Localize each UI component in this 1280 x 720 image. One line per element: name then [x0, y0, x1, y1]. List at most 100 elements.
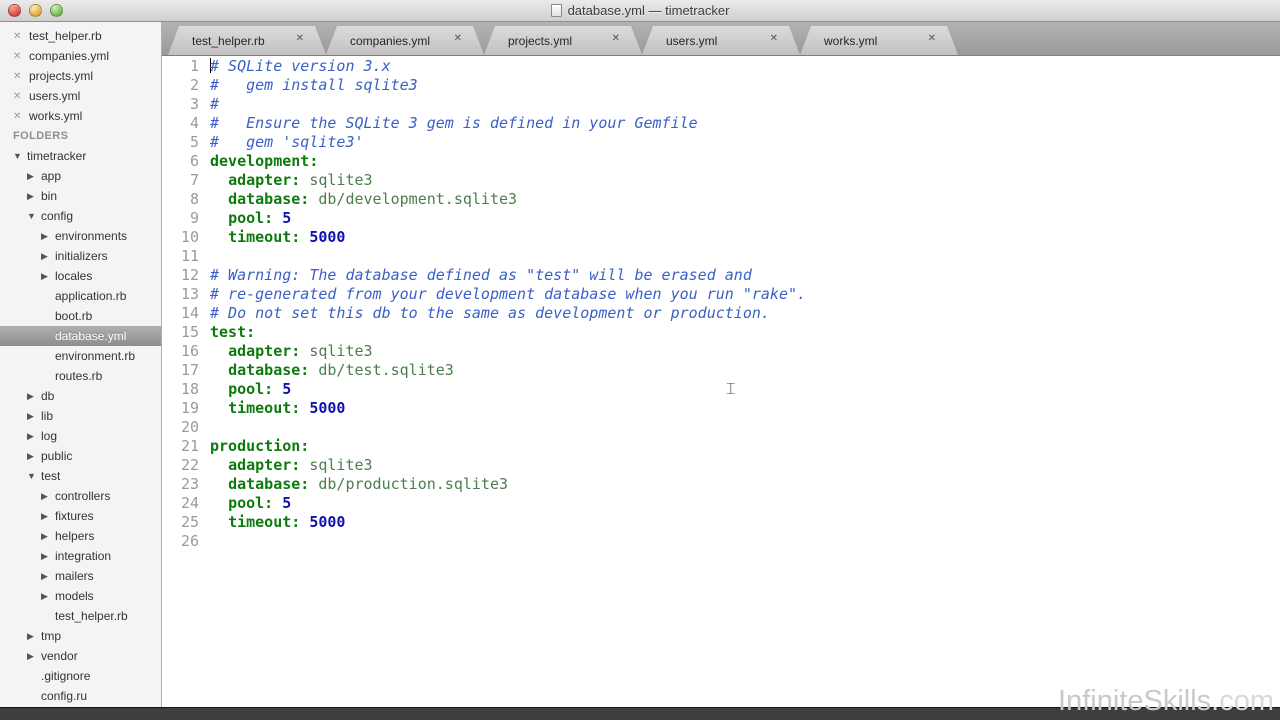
line-text: timeout: 5000 — [210, 513, 1280, 532]
disclosure-triangle-icon[interactable]: ▶ — [27, 651, 41, 662]
tab-close-icon[interactable]: ✕ — [296, 34, 304, 44]
tree-item[interactable]: ▼ test — [0, 466, 161, 486]
tree-item[interactable]: application.rb — [0, 286, 161, 306]
code-line: 2 # gem install sqlite3 — [162, 76, 1280, 95]
tree-item[interactable]: ▶ log — [0, 426, 161, 446]
tab-close-icon[interactable]: ✕ — [928, 34, 936, 44]
disclosure-triangle-icon[interactable]: ▶ — [27, 191, 41, 202]
tree-item[interactable]: ▼ timetracker — [0, 146, 161, 166]
tree-item-label: environments — [55, 229, 128, 243]
code-token: db/production.sqlite3 — [309, 475, 509, 493]
disclosure-triangle-icon[interactable]: ▶ — [27, 631, 41, 642]
editor-tab[interactable]: users.yml ✕ — [642, 26, 800, 55]
tree-item[interactable]: ▶ app — [0, 166, 161, 186]
disclosure-triangle-icon[interactable]: ▶ — [41, 571, 55, 582]
tree-item[interactable]: ▶ models — [0, 586, 161, 606]
close-file-icon[interactable]: ✕ — [13, 51, 29, 62]
tree-item[interactable]: ▶ public — [0, 446, 161, 466]
tree-item[interactable]: database.yml — [0, 326, 161, 346]
disclosure-triangle-icon[interactable]: ▶ — [27, 391, 41, 402]
disclosure-triangle-icon[interactable]: ▶ — [41, 231, 55, 242]
line-number: 8 — [189, 190, 199, 208]
disclosure-triangle-icon[interactable]: ▼ — [27, 471, 41, 481]
disclosure-triangle-icon[interactable]: ▼ — [13, 151, 27, 161]
tree-item[interactable]: ▶ locales — [0, 266, 161, 286]
close-file-icon[interactable]: ✕ — [13, 111, 29, 122]
tree-item[interactable]: ▶ bin — [0, 186, 161, 206]
tree-item[interactable]: ▶ integration — [0, 546, 161, 566]
disclosure-triangle-icon[interactable]: ▶ — [27, 171, 41, 182]
tab-close-icon[interactable]: ✕ — [770, 34, 778, 44]
open-file-item[interactable]: ✕ users.yml — [0, 86, 161, 106]
disclosure-triangle-icon[interactable]: ▶ — [41, 491, 55, 502]
disclosure-triangle-icon[interactable]: ▶ — [41, 591, 55, 602]
disclosure-triangle-icon[interactable]: ▶ — [41, 251, 55, 262]
line-text: timeout: 5000 — [210, 399, 1280, 418]
zoom-window-button[interactable] — [50, 4, 63, 17]
close-file-icon[interactable]: ✕ — [13, 71, 29, 82]
tree-item[interactable]: ▶ initializers — [0, 246, 161, 266]
tree-item[interactable]: ▼ config — [0, 206, 161, 226]
disclosure-triangle-icon[interactable]: ▶ — [27, 411, 41, 422]
tree-item[interactable]: ▶ mailers — [0, 566, 161, 586]
code-token: database: — [228, 190, 310, 208]
disclosure-triangle-icon[interactable]: ▶ — [27, 451, 41, 462]
tree-item[interactable]: test_helper.rb — [0, 606, 161, 626]
code-editor[interactable]: 1 # SQLite version 3.x 2 # gem install s… — [162, 56, 1280, 707]
tree-item-label: config.ru — [41, 689, 88, 703]
tree-item[interactable]: .gitignore — [0, 666, 161, 686]
editor-tab[interactable]: test_helper.rb ✕ — [168, 26, 326, 55]
tree-item-label: mailers — [55, 569, 94, 583]
tree-item[interactable]: ▶ environments — [0, 226, 161, 246]
tree-item[interactable]: ▶ db — [0, 386, 161, 406]
tree-item-label: tmp — [41, 629, 62, 643]
disclosure-triangle-icon[interactable]: ▶ — [41, 271, 55, 282]
disclosure-triangle-icon[interactable]: ▶ — [27, 431, 41, 442]
tree-item-label: .gitignore — [41, 669, 91, 683]
code-line: 16 adapter: sqlite3 — [162, 342, 1280, 361]
editor-tab[interactable]: works.yml ✕ — [800, 26, 958, 55]
tab-label: users.yml — [666, 33, 718, 48]
app-window: database.yml — timetracker ✕ test_helper… — [0, 0, 1280, 720]
window-title-group: database.yml — timetracker — [550, 3, 729, 18]
tree-item[interactable]: environment.rb — [0, 346, 161, 366]
tree-item-label: integration — [55, 549, 112, 563]
close-window-button[interactable] — [8, 4, 21, 17]
tree-item[interactable]: boot.rb — [0, 306, 161, 326]
code-token: timeout: — [228, 228, 301, 246]
open-file-item[interactable]: ✕ companies.yml — [0, 46, 161, 66]
disclosure-triangle-icon[interactable]: ▶ — [41, 551, 55, 562]
tree-item[interactable]: routes.rb — [0, 366, 161, 386]
close-file-icon[interactable]: ✕ — [13, 91, 29, 102]
line-text: development: — [210, 152, 1280, 171]
tree-item[interactable]: ▶ vendor — [0, 646, 161, 666]
editor-tab[interactable]: projects.yml ✕ — [484, 26, 642, 55]
open-file-item[interactable]: ✕ works.yml — [0, 106, 161, 126]
close-file-icon[interactable]: ✕ — [13, 31, 29, 42]
tree-item[interactable]: ▶ tmp — [0, 626, 161, 646]
code-line: 21 production: — [162, 437, 1280, 456]
open-file-item[interactable]: ✕ projects.yml — [0, 66, 161, 86]
line-text — [210, 418, 1280, 437]
editor-tab[interactable]: companies.yml ✕ — [326, 26, 484, 55]
tree-item-label: test_helper.rb — [55, 609, 128, 623]
tree-item[interactable]: ▶ controllers — [0, 486, 161, 506]
tree-item[interactable]: ▶ lib — [0, 406, 161, 426]
tree-item[interactable]: config.ru — [0, 686, 161, 706]
code-line: 17 database: db/test.sqlite3 — [162, 361, 1280, 380]
open-file-item[interactable]: ✕ test_helper.rb — [0, 26, 161, 46]
disclosure-triangle-icon[interactable]: ▶ — [41, 531, 55, 542]
tab-close-icon[interactable]: ✕ — [454, 34, 462, 44]
disclosure-triangle-icon[interactable]: ▶ — [41, 511, 55, 522]
tab-close-icon[interactable]: ✕ — [612, 34, 620, 44]
minimize-window-button[interactable] — [29, 4, 42, 17]
disclosure-triangle-icon[interactable]: ▼ — [27, 211, 41, 221]
titlebar[interactable]: database.yml — timetracker — [0, 0, 1280, 22]
line-number: 6 — [189, 152, 199, 170]
tree-item[interactable]: ▶ fixtures — [0, 506, 161, 526]
tree-item[interactable]: ▶ helpers — [0, 526, 161, 546]
line-number: 15 — [180, 323, 199, 341]
